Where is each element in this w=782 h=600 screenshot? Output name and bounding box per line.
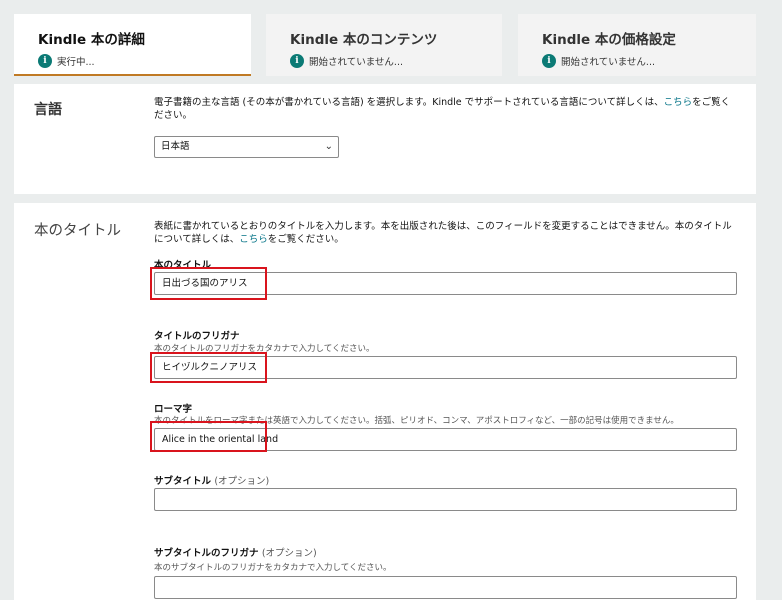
language-section: 言語 電子書籍の主な言語 (その本が書かれている言語) を選択します。Kindl…: [14, 84, 756, 194]
book-title-section: 本のタイトル 表紙に書かれているとおりのタイトルを入力します。本を出版された後は…: [14, 203, 756, 600]
info-icon: i: [290, 54, 304, 68]
romaji-highlight-box: [150, 421, 267, 452]
title-highlight-box: [150, 267, 267, 300]
subtitle-furigana-field-help: 本のサブタイトルのフリガナをカタカナで入力してください。: [154, 563, 392, 573]
book-title-section-label: 本のタイトル: [34, 223, 121, 239]
info-icon: i: [542, 54, 556, 68]
subtitle-label-text: サブタイトル: [154, 476, 212, 487]
tab-title: Kindle 本の詳細: [38, 32, 145, 48]
subtitle-field-label: サブタイトル (オプション): [154, 473, 269, 487]
tab-status: i 開始されていません...: [542, 54, 732, 68]
language-description-text: 電子書籍の主な言語 (その本が書かれている言語) を選択します。Kindle で…: [154, 97, 664, 108]
subtitle-furigana-optional-tag: (オプション): [261, 548, 317, 559]
subtitle-input[interactable]: [154, 488, 737, 511]
book-title-description: 表紙に書かれているとおりのタイトルを入力します。本を出版された後は、このフィール…: [154, 221, 738, 246]
tab-title: Kindle 本の価格設定: [542, 32, 676, 48]
subtitle-optional-tag: (オプション): [214, 476, 270, 487]
tab-status-text: 実行中...: [57, 57, 95, 68]
language-section-label: 言語: [34, 102, 62, 118]
chevron-down-icon: ⌄: [324, 141, 333, 152]
subtitle-furigana-input[interactable]: [154, 576, 737, 599]
tab-status-text: 開始されていません...: [309, 57, 403, 68]
furigana-field-label: タイトルのフリガナ: [154, 331, 240, 342]
info-icon: i: [38, 54, 52, 68]
tab-kindle-content[interactable]: Kindle 本のコンテンツ i 開始されていません...: [266, 14, 502, 76]
tab-status: i 開始されていません...: [290, 54, 478, 68]
subtitle-furigana-field-label: サブタイトルのフリガナ (オプション): [154, 545, 317, 559]
book-title-description-text-end: をご覧ください。: [267, 233, 344, 245]
romaji-field-label: ローマ字: [154, 404, 193, 415]
subtitle-furigana-label-text: サブタイトルのフリガナ: [154, 548, 259, 559]
language-select[interactable]: 日本語 ⌄: [154, 136, 339, 158]
language-select-value: 日本語: [161, 141, 190, 152]
language-help-link[interactable]: こちら: [664, 97, 693, 108]
language-description: 電子書籍の主な言語 (その本が書かれている言語) を選択します。Kindle で…: [154, 97, 738, 122]
tab-kindle-pricing[interactable]: Kindle 本の価格設定 i 開始されていません...: [518, 14, 756, 76]
book-title-help-link[interactable]: こちら: [239, 234, 268, 245]
tab-status-text: 開始されていません...: [561, 57, 655, 68]
furigana-highlight-box: [150, 352, 267, 383]
tab-title: Kindle 本のコンテンツ: [290, 32, 438, 48]
tab-kindle-details[interactable]: Kindle 本の詳細 i 実行中...: [14, 14, 251, 76]
tab-status: i 実行中...: [38, 54, 227, 68]
